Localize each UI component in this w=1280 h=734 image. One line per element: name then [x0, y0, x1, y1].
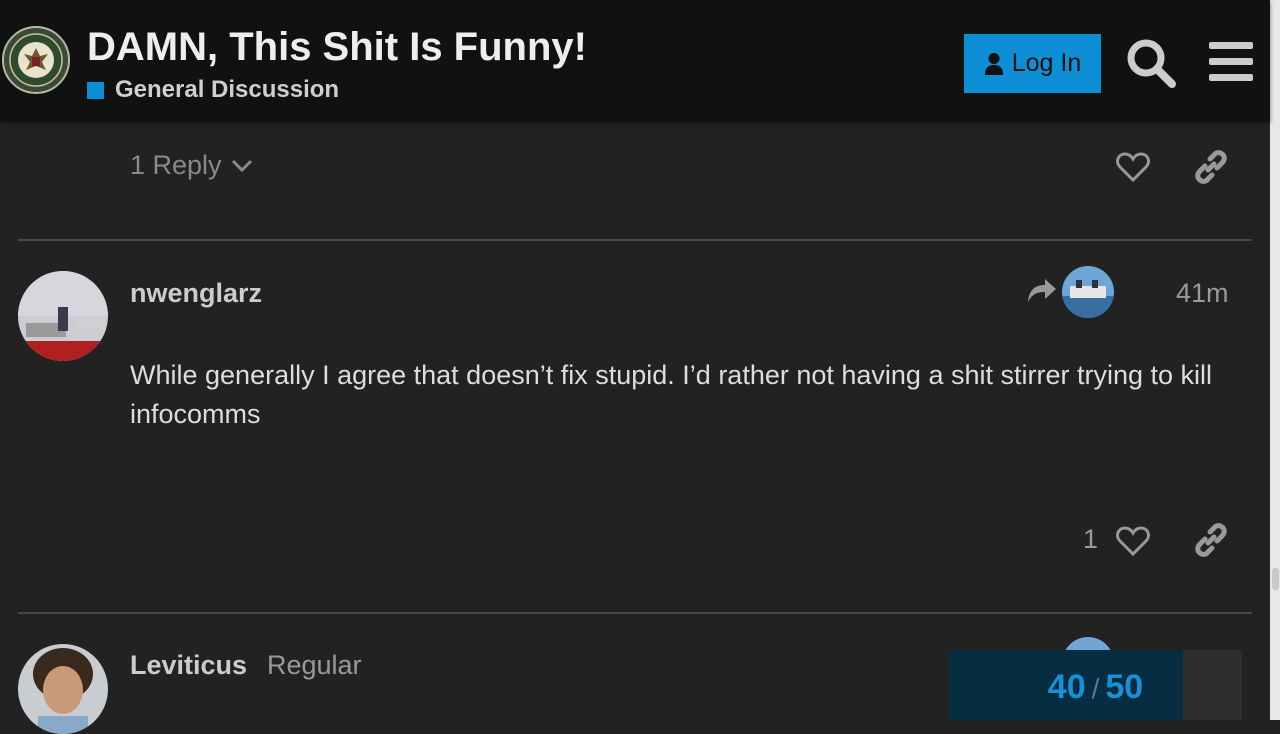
site-logo[interactable]: [2, 26, 70, 94]
progress-counter: 40/50: [949, 668, 1242, 707]
user-icon: [984, 52, 1003, 75]
login-button[interactable]: Log In: [964, 34, 1101, 93]
topic-progress[interactable]: 40/50: [949, 650, 1242, 720]
post-body: While generally I agree that doesn’t fix…: [130, 360, 1213, 429]
post-divider: [18, 239, 1252, 241]
chevron-down-icon: [231, 159, 252, 172]
login-label: Log In: [1011, 49, 1082, 77]
post-username[interactable]: nwenglarz: [130, 278, 262, 309]
post-username[interactable]: Leviticus: [130, 650, 247, 681]
site-header: DAMN, This Shit Is Funny! General Discus…: [0, 0, 1270, 121]
replies-label: 1 Reply: [130, 150, 222, 180]
like-count[interactable]: 1: [1083, 524, 1098, 555]
search-icon[interactable]: [1126, 38, 1176, 88]
share-link-icon[interactable]: [1194, 523, 1228, 557]
replies-toggle[interactable]: 1 Reply: [130, 150, 254, 181]
like-heart-icon[interactable]: [1116, 526, 1150, 556]
scrollbar-thumb[interactable]: [1272, 568, 1279, 590]
scrollbar-track[interactable]: [1270, 0, 1280, 720]
category-name: General Discussion: [115, 76, 340, 103]
share-link-icon[interactable]: [1194, 150, 1228, 184]
topic-title[interactable]: DAMN, This Shit Is Funny!: [87, 25, 587, 70]
reply-arrow-icon: [1028, 279, 1056, 302]
category-link[interactable]: General Discussion: [87, 76, 339, 104]
progress-current: 40: [1047, 668, 1086, 706]
progress-separator: /: [1091, 673, 1100, 704]
avatar[interactable]: [18, 271, 108, 361]
category-badge: [87, 81, 104, 99]
hamburger-menu-icon[interactable]: [1209, 42, 1253, 82]
avatar[interactable]: [18, 644, 108, 734]
progress-total: 50: [1105, 668, 1144, 706]
post-divider: [18, 612, 1252, 614]
like-heart-icon[interactable]: [1116, 152, 1150, 182]
user-title: Regular: [267, 650, 362, 680]
post-time[interactable]: 41m: [1176, 278, 1229, 309]
reply-to-avatar[interactable]: [1062, 266, 1114, 318]
